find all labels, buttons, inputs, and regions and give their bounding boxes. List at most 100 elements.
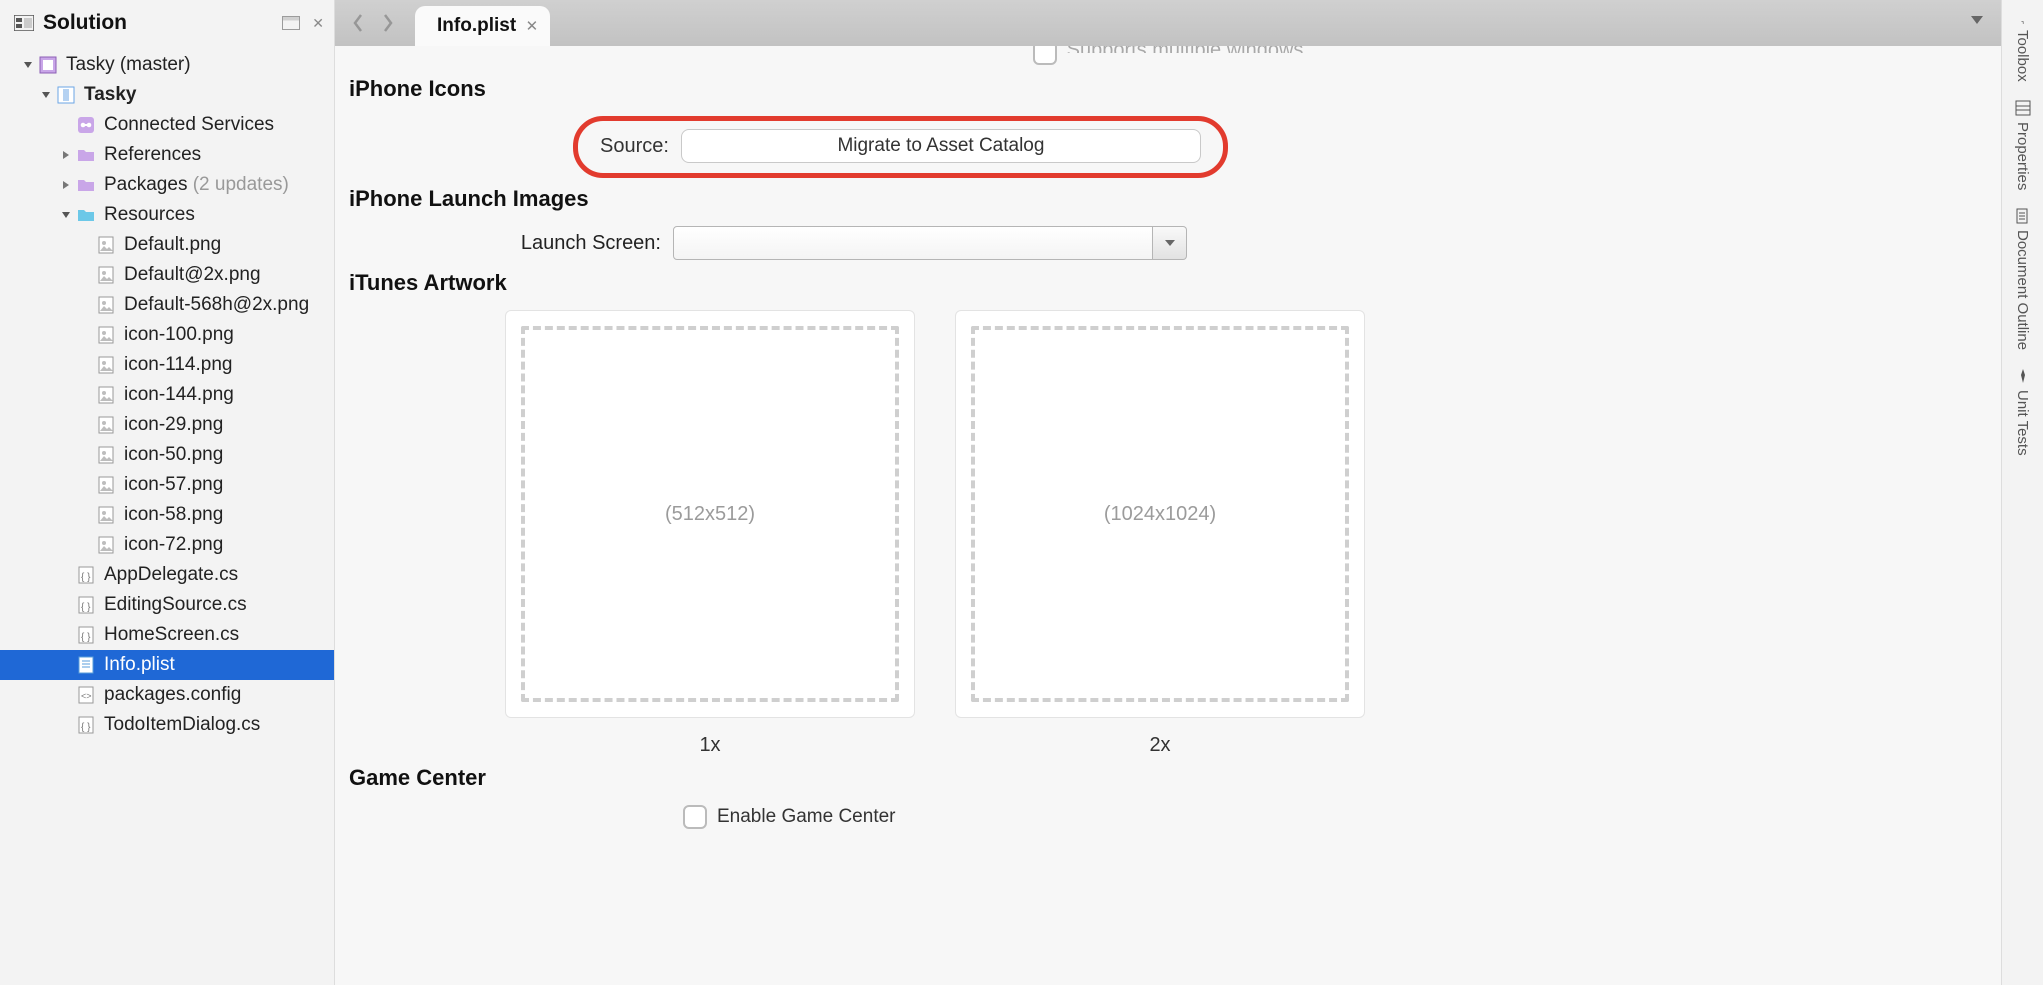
- rail-document-outline[interactable]: Document Outline: [2014, 208, 2031, 350]
- spacer: [80, 329, 92, 341]
- iphone-launch-images-heading: iPhone Launch Images: [349, 186, 1993, 212]
- spacer: [80, 299, 92, 311]
- tab-overflow-button[interactable]: [1969, 14, 1985, 26]
- image-file-icon: [96, 385, 116, 405]
- file-label: Default-568h@2x.png: [124, 294, 309, 316]
- tree-item-label: References: [104, 144, 201, 166]
- spacer: [80, 539, 92, 551]
- game-center-heading: Game Center: [349, 765, 1993, 791]
- csharp-file-icon: { }: [76, 715, 96, 735]
- tree-resource-file[interactable]: icon-57.png: [0, 470, 334, 500]
- rail-toolbox[interactable]: T Toolbox: [2014, 8, 2031, 82]
- chevron-down-icon[interactable]: [60, 209, 72, 221]
- tree-connected-services[interactable]: Connected Services: [0, 110, 334, 140]
- editor-tab[interactable]: Info.plist ✕: [415, 6, 550, 46]
- image-file-icon: [96, 295, 116, 315]
- tab-bar: Info.plist ✕: [335, 0, 2001, 46]
- launch-screen-combo[interactable]: [673, 226, 1187, 260]
- file-label: Info.plist: [104, 654, 175, 676]
- connected-services-icon: [76, 115, 96, 135]
- chevron-right-icon[interactable]: [60, 179, 72, 191]
- config-file-icon: <>: [76, 685, 96, 705]
- tree-resource-file[interactable]: icon-144.png: [0, 380, 334, 410]
- tree-resource-file[interactable]: icon-50.png: [0, 440, 334, 470]
- file-label: packages.config: [104, 684, 241, 706]
- chevron-down-icon[interactable]: [40, 89, 52, 101]
- panel-mode-icon[interactable]: [282, 16, 300, 30]
- enable-game-center-checkbox[interactable]: [683, 805, 707, 829]
- checkbox-label: Enable Game Center: [717, 806, 896, 828]
- tree-resource-file[interactable]: Default@2x.png: [0, 260, 334, 290]
- rail-properties[interactable]: Properties: [2014, 100, 2031, 190]
- close-icon[interactable]: ✕: [312, 15, 324, 32]
- toolbox-icon: T: [2015, 8, 2031, 24]
- sidebar-header: Solution ✕: [0, 0, 334, 46]
- artwork-placeholder: (512x512): [521, 326, 899, 702]
- tree-resource-file[interactable]: icon-114.png: [0, 350, 334, 380]
- project-icon: [56, 85, 76, 105]
- nav-forward-button[interactable]: [373, 8, 403, 38]
- svg-text:{ }: { }: [81, 602, 91, 613]
- file-label: icon-100.png: [124, 324, 234, 346]
- tree-resource-file[interactable]: icon-58.png: [0, 500, 334, 530]
- spacer: [80, 359, 92, 371]
- tree-root[interactable]: Tasky (master): [0, 50, 334, 80]
- spacer: [80, 419, 92, 431]
- unit-tests-icon: [2015, 368, 2031, 384]
- tree-file[interactable]: { }HomeScreen.cs: [0, 620, 334, 650]
- sidebar-title: Solution: [43, 11, 276, 35]
- artwork-2x-label: 2x: [955, 734, 1365, 757]
- tree-project[interactable]: Tasky: [0, 80, 334, 110]
- file-label: Default@2x.png: [124, 264, 261, 286]
- nav-back-button[interactable]: [343, 8, 373, 38]
- launch-screen-input[interactable]: [673, 226, 1153, 260]
- spacer: [60, 659, 72, 671]
- image-file-icon: [96, 265, 116, 285]
- packages-folder-icon: [76, 175, 96, 195]
- chevron-right-icon[interactable]: [60, 149, 72, 161]
- spacer: [80, 389, 92, 401]
- rail-unit-tests[interactable]: Unit Tests: [2014, 368, 2031, 456]
- file-label: icon-57.png: [124, 474, 223, 496]
- tree-resource-file[interactable]: icon-72.png: [0, 530, 334, 560]
- tree-file[interactable]: <> packages.config: [0, 680, 334, 710]
- tree-file[interactable]: { }AppDelegate.cs: [0, 560, 334, 590]
- tree-resource-file[interactable]: Default.png: [0, 230, 334, 260]
- spacer: [60, 119, 72, 131]
- itunes-artwork-1x-dropzone[interactable]: (512x512): [505, 310, 915, 718]
- solution-tree: Tasky (master) Tasky Connected Services …: [0, 46, 334, 985]
- tree-file[interactable]: { }TodoItemDialog.cs: [0, 710, 334, 740]
- tab-title: Info.plist: [437, 15, 516, 37]
- tree-references[interactable]: References: [0, 140, 334, 170]
- csharp-file-icon: { }: [76, 565, 96, 585]
- image-file-icon: [96, 325, 116, 345]
- file-label: icon-58.png: [124, 504, 223, 526]
- tree-packages[interactable]: Packages (2 updates): [0, 170, 334, 200]
- tree-item-label: Connected Services: [104, 114, 274, 136]
- image-file-icon: [96, 475, 116, 495]
- supports-multiple-windows-checkbox[interactable]: [1033, 46, 1057, 65]
- spacer: [60, 569, 72, 581]
- tree-file[interactable]: Info.plist: [0, 650, 334, 680]
- tree-resource-file[interactable]: icon-29.png: [0, 410, 334, 440]
- properties-icon: [2015, 100, 2031, 116]
- tree-file[interactable]: { }EditingSource.cs: [0, 590, 334, 620]
- button-label: Migrate to Asset Catalog: [837, 135, 1044, 157]
- tree-resource-file[interactable]: icon-100.png: [0, 320, 334, 350]
- tree-resources[interactable]: Resources: [0, 200, 334, 230]
- tree-resource-file[interactable]: Default-568h@2x.png: [0, 290, 334, 320]
- tree-project-label: Tasky: [84, 84, 136, 106]
- artwork-1x-label: 1x: [505, 734, 915, 757]
- close-icon[interactable]: ✕: [526, 17, 539, 35]
- launch-screen-label: Launch Screen:: [343, 232, 661, 255]
- itunes-artwork-2x-dropzone[interactable]: (1024x1024): [955, 310, 1365, 718]
- chevron-down-icon[interactable]: [1153, 226, 1187, 260]
- spacer: [60, 719, 72, 731]
- spacer: [80, 509, 92, 521]
- file-label: HomeScreen.cs: [104, 624, 239, 646]
- chevron-down-icon[interactable]: [22, 59, 34, 71]
- references-folder-icon: [76, 145, 96, 165]
- image-file-icon: [96, 235, 116, 255]
- migrate-to-asset-catalog-button[interactable]: Migrate to Asset Catalog: [681, 129, 1201, 163]
- image-file-icon: [96, 415, 116, 435]
